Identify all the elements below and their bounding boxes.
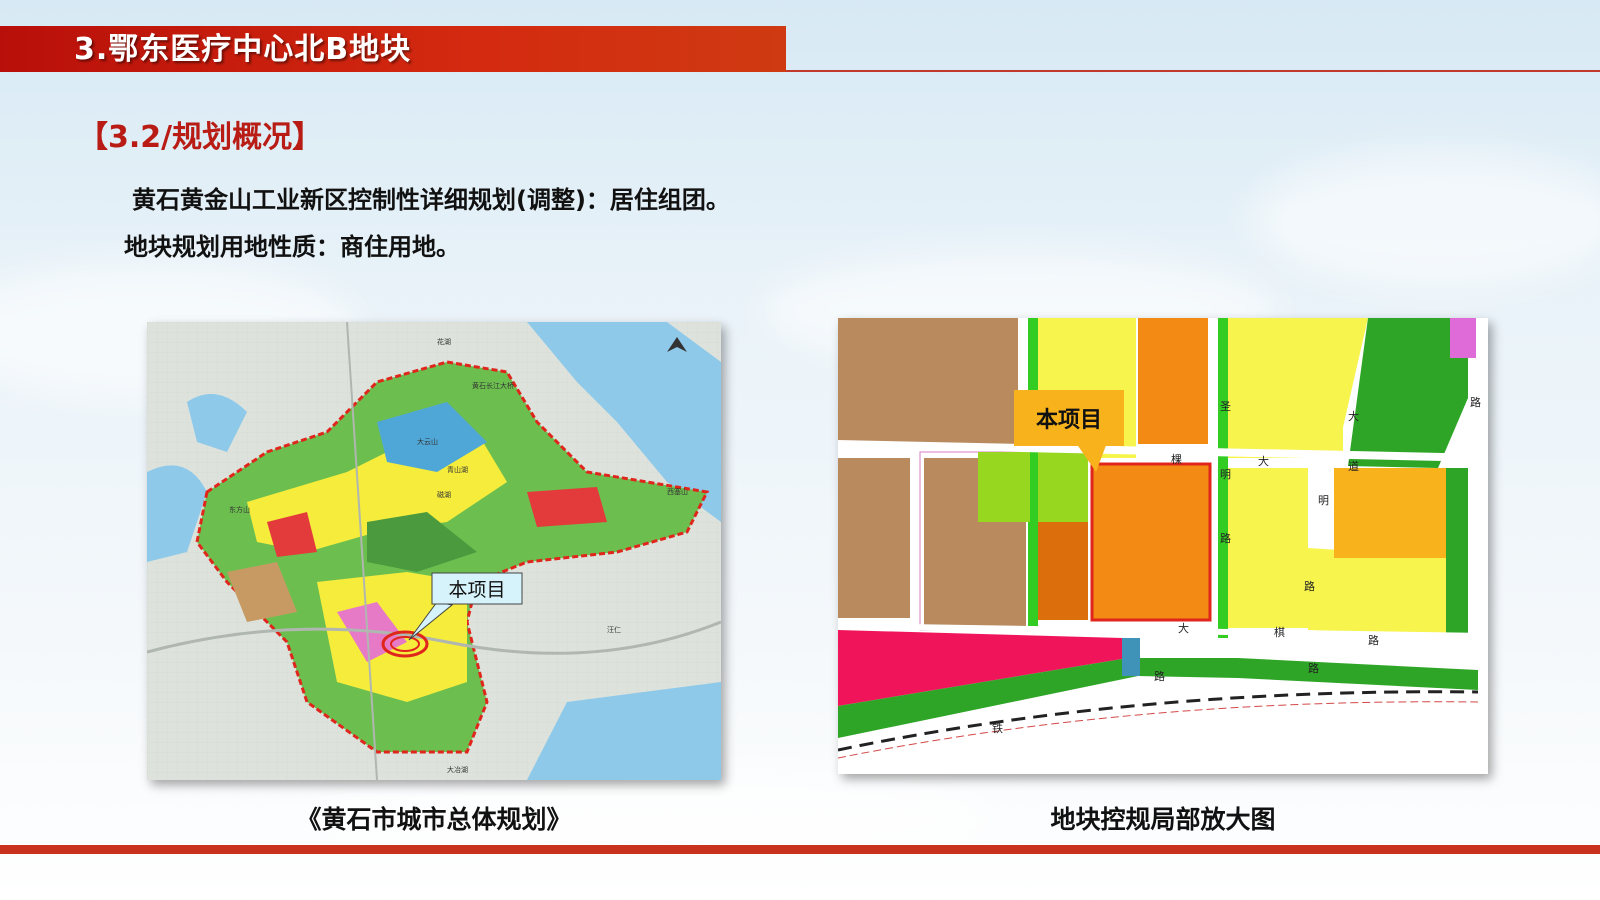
road-label: 大 — [1348, 409, 1359, 423]
road-label: 路 — [1470, 396, 1481, 409]
body-line-1: 黄石黄金山工业新区控制性详细规划(调整)：居住组团。 — [132, 186, 730, 214]
left-map-callout: 本项目 — [448, 579, 505, 601]
road-label: 路 — [1154, 670, 1165, 683]
map-label: 汪仁 — [607, 625, 621, 634]
right-map-callout: 本项目 — [1036, 408, 1102, 433]
map-label: 大冶湖 — [447, 765, 468, 774]
map-label: 大云山 — [417, 437, 438, 446]
road-label: 道 — [1348, 459, 1359, 473]
road-label: 铁 — [992, 722, 1003, 735]
road-label: 明 — [1220, 468, 1231, 481]
map-label: 花湖 — [437, 337, 451, 346]
map-label: 东方山 — [229, 505, 250, 514]
road-label: 棵 — [1171, 452, 1182, 466]
road-label: 棋 — [1274, 625, 1285, 639]
section-title: 【3.2/规划概况】 — [78, 120, 323, 155]
right-map-caption: 地块控规局部放大图 — [1050, 805, 1276, 834]
map-label: 青山湖 — [447, 465, 468, 474]
road-label: 路 — [1368, 634, 1379, 647]
road-label: 大 — [1258, 454, 1269, 468]
road-label: 圣 — [1220, 400, 1231, 413]
city-plan-map-graphic: 本项目 花湖 黄石长江大桥 大冶湖 东方山 磁湖 青山湖 汪仁 大云山 西塞山 — [147, 322, 721, 780]
body-line-2: 地块规划用地性质：商住用地。 — [124, 233, 460, 261]
map-label: 黄石长江大桥 — [472, 381, 514, 390]
road-label: 明 — [1318, 494, 1329, 507]
map-label: 西塞山 — [667, 487, 688, 496]
left-map-caption: 《黄石市城市总体规划》 — [296, 805, 572, 834]
cloud-decoration — [1250, 150, 1600, 290]
zoning-map-graphic: 本项目 圣 棵 明 路 大 道 明 路 大 棋 路 大 路 铁 路 路 — [838, 318, 1488, 774]
header-divider — [786, 70, 1600, 72]
footer-bar — [0, 845, 1600, 854]
city-master-plan-map: 本项目 花湖 黄石长江大桥 大冶湖 东方山 磁湖 青山湖 汪仁 大云山 西塞山 — [147, 322, 721, 780]
road-label: 大 — [1178, 621, 1189, 635]
page-title: 3.鄂东医疗中心北B地块 — [74, 32, 412, 67]
road-label: 路 — [1220, 532, 1231, 545]
road-label: 路 — [1308, 662, 1319, 675]
map-label: 磁湖 — [437, 490, 451, 499]
road-label: 路 — [1304, 580, 1315, 593]
plot-zoning-map: 本项目 圣 棵 明 路 大 道 明 路 大 棋 路 大 路 铁 路 路 — [838, 318, 1488, 774]
